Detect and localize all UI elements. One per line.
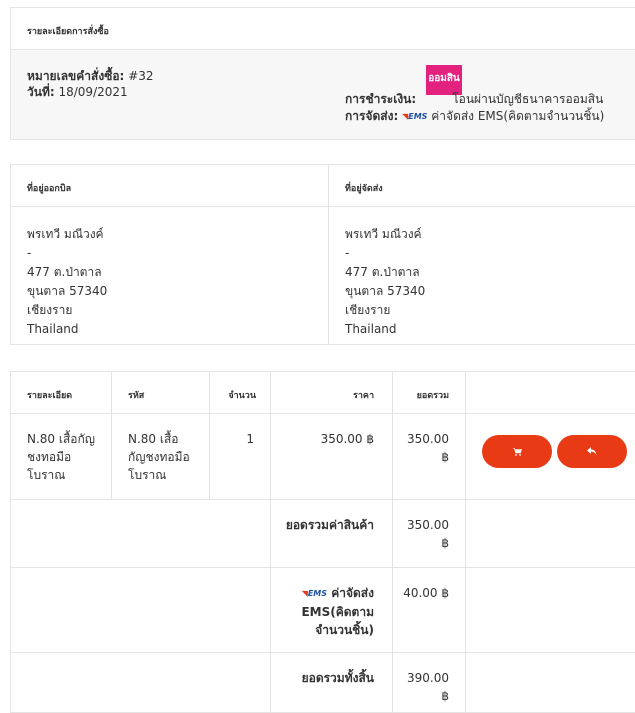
order-date-label: วันที่: — [27, 85, 55, 99]
billing-line: ขุนตาล 57340 — [27, 284, 108, 298]
column-header-total: ยอดรวม — [392, 371, 466, 414]
ems-logo-icon: ◥EMS — [402, 112, 428, 121]
item-code: N.80 เสื้อกัญชงทอมือโบราณ — [111, 413, 210, 500]
order-date-value: 18/09/2021 — [58, 85, 128, 99]
shipping-address-header: ที่อยู่จัดส่ง — [329, 165, 635, 207]
shipping-line: 477 ต.ป่าตาล — [345, 265, 420, 279]
subtotal-label: ยอดรวมค่าสินค้า — [270, 499, 393, 568]
shipping-fee-value: 40.00 ฿ — [392, 567, 466, 653]
billing-address-header: ที่อยู่ออกบิล — [11, 165, 328, 207]
subtotal-spacer — [10, 499, 271, 568]
subtotal-value: 350.00 ฿ — [392, 499, 466, 568]
ems-logo-icon: ◥EMS — [301, 589, 328, 598]
grand-total-row: ยอดรวมทั้งสิ้น 390.00 ฿ — [10, 652, 635, 713]
billing-address: ที่อยู่ออกบิล พรเทวี มณีวงค์ - 477 ต.ป่า… — [11, 165, 329, 344]
order-details-header: รายละเอียดการสั่งซื้อ — [11, 8, 635, 50]
add-to-cart-button[interactable] — [482, 435, 552, 468]
reply-icon — [587, 447, 597, 456]
order-items-panel: รายละเอียด รหัส จำนวน ราคา ยอดรวม N.80 เ… — [10, 371, 635, 713]
subtotal-empty — [465, 499, 635, 568]
column-header-code: รหัส — [111, 371, 210, 414]
payment-label: การชำระเงิน: — [345, 92, 417, 106]
shipping-line: การจัดส่ง: ◥EMS ค่าจัดส่ง EMS(คิดตามจำนว… — [345, 108, 604, 125]
column-header-actions — [465, 371, 635, 414]
shipping-row: ◥EMS ค่าจัดส่ง EMS(คิดตามจำนวนชิ้น) 40.0… — [10, 567, 635, 653]
item-qty: 1 — [209, 413, 271, 500]
billing-line: - — [27, 246, 32, 260]
column-header-detail: รายละเอียด — [10, 371, 112, 414]
order-details-body: หมายเลขคำสั่งซื้อ: #32 วันที่: 18/09/202… — [11, 50, 635, 139]
table-row: N.80 เสื้อกัญชงทอมือโบราณ N.80 เสื้อกัญช… — [10, 413, 635, 500]
billing-address-body: พรเทวี มณีวงค์ - 477 ต.ป่าตาล ขุนตาล 573… — [11, 207, 328, 339]
item-total: 350.00 ฿ — [392, 413, 466, 500]
table-header-row: รายละเอียด รหัส จำนวน ราคา ยอดรวม — [10, 371, 635, 414]
billing-country: Thailand — [27, 322, 79, 336]
shipping-fee-label: ◥EMS ค่าจัดส่ง EMS(คิดตามจำนวนชิ้น) — [270, 567, 393, 653]
order-payment-shipping: ออมสิน การชำระเงิน: โอนผ่านบัญชีธนาคารออม… — [345, 64, 635, 126]
grand-total-spacer — [10, 652, 271, 713]
shipping-address: ที่อยู่จัดส่ง พรเทวี มณีวงค์ - 477 ต.ป่า… — [329, 165, 635, 344]
shipping-line: เชียงราย — [345, 303, 391, 317]
grand-total-empty — [465, 652, 635, 713]
shipping-spacer — [10, 567, 271, 653]
shipping-line: - — [345, 246, 350, 260]
return-button[interactable] — [557, 435, 627, 468]
shipping-country: Thailand — [345, 322, 397, 336]
item-actions — [465, 413, 635, 500]
column-header-price: ราคา — [270, 371, 393, 414]
grand-total-label: ยอดรวมทั้งสิ้น — [270, 652, 393, 713]
subtotal-row: ยอดรวมค่าสินค้า 350.00 ฿ — [10, 499, 635, 568]
payment-value: โอนผ่านบัญชีธนาคารออมสิน — [452, 92, 604, 106]
billing-name: พรเทวี มณีวงค์ — [27, 227, 104, 241]
order-details-panel: รายละเอียดการสั่งซื้อ หมายเลขคำสั่งซื้อ:… — [10, 7, 635, 140]
payment-line: การชำระเงิน: โอนผ่านบัญชีธนาคารออมสิน — [345, 91, 603, 108]
order-number-label: หมายเลขคำสั่งซื้อ: — [27, 69, 125, 83]
shipping-empty — [465, 567, 635, 653]
shipping-address-body: พรเทวี มณีวงค์ - 477 ต.ป่าตาล ขุนตาล 573… — [329, 207, 635, 339]
column-header-qty: จำนวน — [209, 371, 271, 414]
billing-line: 477 ต.ป่าตาล — [27, 265, 102, 279]
order-meta: หมายเลขคำสั่งซื้อ: #32 วันที่: 18/09/202… — [27, 68, 154, 100]
shipping-label: การจัดส่ง: — [345, 109, 399, 123]
shipping-value: ค่าจัดส่ง EMS(คิดตามจำนวนชิ้น) — [431, 109, 605, 123]
cart-icon — [512, 447, 522, 456]
order-number-value: #32 — [128, 69, 154, 83]
billing-line: เชียงราย — [27, 303, 73, 317]
shipping-name: พรเทวี มณีวงค์ — [345, 227, 422, 241]
shipping-line: ขุนตาล 57340 — [345, 284, 426, 298]
grand-total-value: 390.00 ฿ — [392, 652, 466, 713]
item-detail: N.80 เสื้อกัญชงทอมือโบราณ — [10, 413, 112, 500]
item-price: 350.00 ฿ — [270, 413, 393, 500]
order-items-table: รายละเอียด รหัส จำนวน ราคา ยอดรวม N.80 เ… — [10, 371, 635, 713]
address-panel: ที่อยู่ออกบิล พรเทวี มณีวงค์ - 477 ต.ป่า… — [10, 164, 635, 345]
